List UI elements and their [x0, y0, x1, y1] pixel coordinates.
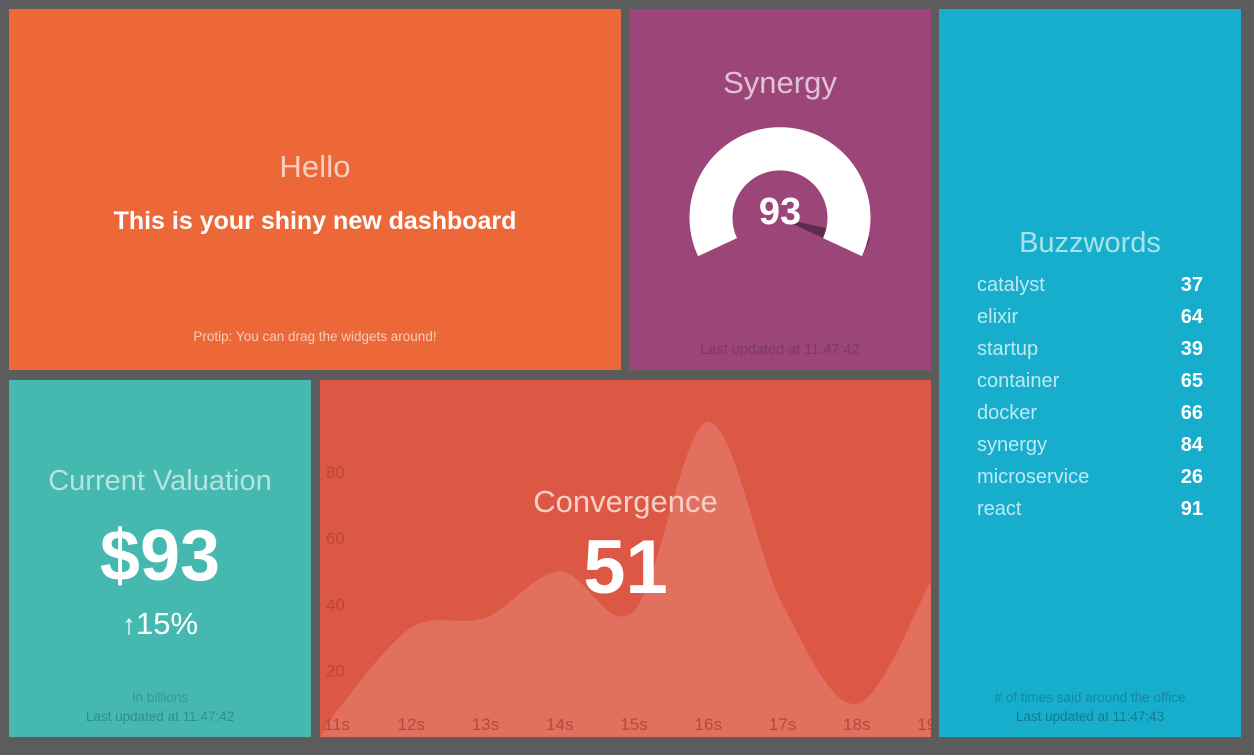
list-item[interactable]: startup 39 [977, 338, 1203, 370]
buzzwords-title: Buzzwords [1019, 227, 1161, 259]
x-axis-tick-label: 14s [546, 715, 573, 734]
widget-buzzwords[interactable]: Buzzwords catalyst 37 elixir 64 startup … [939, 9, 1241, 737]
x-axis-tick-label: 11s [324, 715, 350, 734]
widget-current-valuation[interactable]: Current Valuation $93 ↑15% In billions L… [9, 380, 311, 737]
x-axis-tick-label: 13s [472, 715, 499, 734]
valuation-title: Current Valuation [48, 465, 272, 497]
valuation-delta-value: 15% [135, 606, 199, 641]
widget-synergy[interactable]: Synergy 93 Last updated at 11:47:42 [629, 9, 931, 370]
buzzword-label: react [977, 498, 1022, 520]
buzzword-label: elixir [977, 306, 1019, 328]
synergy-footer: Last updated at 11:47:42 [700, 342, 860, 358]
list-item[interactable]: container 65 [977, 370, 1203, 402]
buzzword-label: container [977, 370, 1060, 392]
synergy-title: Synergy [723, 65, 837, 100]
x-axis-tick-label: 19s [917, 715, 931, 734]
buzzword-label: catalyst [977, 274, 1045, 296]
list-item[interactable]: catalyst 37 [977, 274, 1203, 306]
x-axis-tick-label: 15s [620, 715, 647, 734]
chart-area-path [320, 422, 931, 737]
valuation-delta: ↑15% [9, 608, 311, 639]
widget-hello[interactable]: Hello This is your shiny new dashboard P… [9, 9, 621, 370]
y-axis-tick-label: 80 [326, 463, 345, 482]
valuation-footer-line1: In billions [131, 689, 189, 705]
valuation-footer: In billions Last updated at 11:47:42 [9, 688, 311, 727]
valuation-value: $93 [99, 516, 221, 596]
chart-y-axis-ticks: 20 40 60 80 [326, 463, 345, 681]
buzzwords-list: catalyst 37 elixir 64 startup 39 contain… [977, 274, 1203, 530]
buzzword-label: startup [977, 338, 1039, 360]
buzzword-count: 66 [1180, 402, 1203, 424]
x-axis-tick-label: 18s [843, 715, 870, 734]
x-axis-tick-label: 17s [769, 715, 796, 734]
buzzwords-footer: # of times said around the office Last u… [939, 688, 1241, 727]
buzzwords-footer-line1: # of times said around the office [994, 689, 1186, 705]
x-axis-tick-label: 16s [695, 715, 722, 734]
list-item[interactable]: docker 66 [977, 402, 1203, 434]
buzzword-count: 39 [1180, 338, 1203, 360]
synergy-value: 93 [758, 191, 802, 233]
buzzword-label: synergy [977, 434, 1048, 456]
widget-convergence[interactable]: 20406080 11s12s13s14s15s16s17s18s19s Con… [320, 380, 931, 737]
y-axis-tick-label: 60 [326, 529, 345, 548]
buzzword-count: 84 [1180, 434, 1203, 456]
x-axis-tick-label: 12s [398, 715, 425, 734]
dashboard-root: Hello This is your shiny new dashboard P… [0, 0, 1254, 755]
synergy-gauge: 93 [675, 113, 885, 278]
hello-title: Hello [279, 149, 351, 184]
hello-subtitle: This is your shiny new dashboard [113, 207, 517, 235]
y-axis-tick-label: 40 [326, 595, 345, 614]
list-item[interactable]: react 91 [977, 498, 1203, 530]
buzzword-count: 26 [1180, 466, 1203, 488]
buzzword-label: docker [977, 402, 1038, 424]
y-axis-tick-label: 20 [326, 662, 345, 681]
buzzword-label: microservice [977, 466, 1090, 488]
buzzword-count: 64 [1180, 306, 1203, 328]
hello-protip: Protip: You can drag the widgets around! [193, 329, 437, 344]
list-item[interactable]: synergy 84 [977, 434, 1203, 466]
valuation-footer-line2: Last updated at 11:47:42 [85, 709, 235, 725]
list-item[interactable]: microservice 26 [977, 466, 1203, 498]
arrow-up-icon: ↑ [121, 609, 136, 640]
buzzword-count: 65 [1180, 370, 1203, 392]
buzzword-count: 91 [1180, 498, 1203, 520]
convergence-area-chart: 20 40 60 80 11s 12s 13s 14s 15s 16s 17s 18s 19s [320, 422, 931, 737]
list-item[interactable]: elixir 64 [977, 306, 1203, 338]
buzzword-count: 37 [1180, 274, 1203, 296]
buzzwords-footer-line2: Last updated at 11:47:43 [1015, 709, 1165, 725]
